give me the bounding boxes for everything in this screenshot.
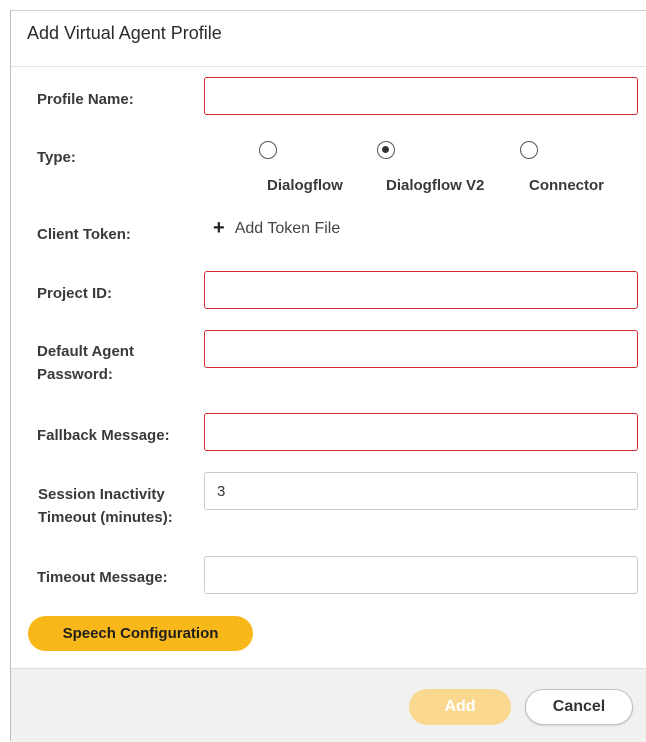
- timeout-message-label: Timeout Message:: [37, 569, 168, 586]
- radio-connector[interactable]: [520, 141, 538, 159]
- default-agent-password-label-line2: Password:: [37, 366, 113, 383]
- fallback-message-input[interactable]: [204, 413, 638, 451]
- cancel-button[interactable]: Cancel: [525, 689, 633, 725]
- client-token-label: Client Token:: [37, 226, 131, 243]
- session-timeout-input[interactable]: [204, 472, 638, 510]
- radio-dialogflow[interactable]: [259, 141, 277, 159]
- add-button[interactable]: Add: [409, 689, 511, 725]
- session-timeout-label-line1: Session Inactivity: [38, 486, 165, 503]
- default-agent-password-label-line1: Default Agent: [37, 343, 134, 360]
- default-agent-password-input[interactable]: [204, 330, 638, 368]
- plus-icon: +: [213, 217, 225, 239]
- session-timeout-label: Session Inactivity Timeout (minutes):: [38, 483, 173, 529]
- dialog-header: Add Virtual Agent Profile: [11, 11, 646, 67]
- radio-dialogflow-v2[interactable]: [377, 141, 395, 159]
- radio-dialogflow-label: Dialogflow: [267, 177, 343, 194]
- add-token-file-label: Add Token File: [234, 220, 341, 237]
- fallback-message-label: Fallback Message:: [37, 427, 170, 444]
- project-id-label: Project ID:: [37, 285, 113, 302]
- speech-configuration-button[interactable]: Speech Configuration: [28, 616, 253, 651]
- default-agent-password-label: Default Agent Password:: [37, 340, 134, 386]
- session-timeout-label-line2: Timeout (minutes):: [38, 509, 173, 526]
- timeout-message-input[interactable]: [204, 556, 638, 594]
- profile-name-label: Profile Name:: [37, 91, 134, 108]
- add-virtual-agent-profile-dialog: Add Virtual Agent Profile Profile Name: …: [10, 10, 646, 742]
- type-label: Type:: [37, 149, 76, 166]
- dialog-title: Add Virtual Agent Profile: [27, 23, 222, 43]
- radio-connector-label: Connector: [529, 177, 604, 194]
- add-token-file-button[interactable]: + Add Token File: [213, 217, 340, 240]
- radio-dialogflow-v2-label: Dialogflow V2: [386, 177, 485, 194]
- radio-selected-dot: [382, 146, 389, 153]
- profile-name-input[interactable]: [204, 77, 638, 115]
- project-id-input[interactable]: [204, 271, 638, 309]
